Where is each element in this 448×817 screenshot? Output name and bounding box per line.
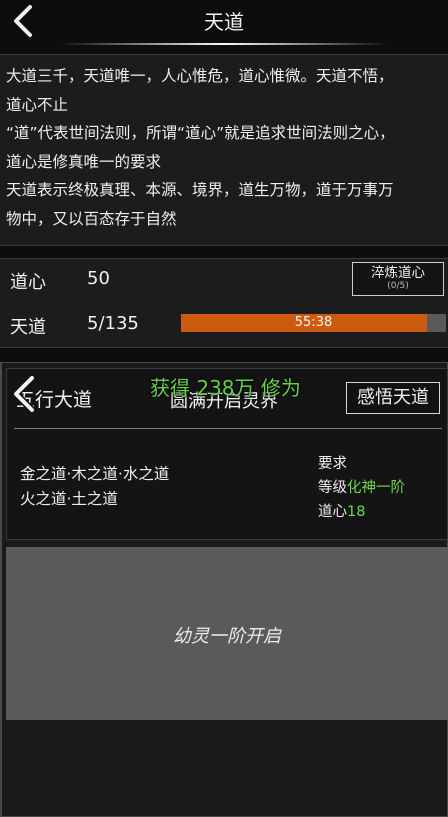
- tiandao-label: 天道: [10, 317, 46, 338]
- level-requirement: 等级化神一阶: [318, 476, 405, 500]
- description-line: “道”代表世间法则，所谓“道心”就是追求世间法则之心，: [6, 124, 395, 143]
- card-divider: [14, 428, 442, 429]
- dao-list-line: 金之道·木之道·水之道: [20, 465, 170, 483]
- level-value: 化神一阶: [347, 480, 405, 496]
- card-back-arrow-icon[interactable]: [8, 374, 42, 414]
- description-line: 道心不止: [6, 95, 69, 114]
- daoxin-requirement: 道心18: [318, 500, 405, 524]
- refine-button-count: (0/5): [387, 281, 409, 291]
- page-title: 天道: [204, 10, 244, 34]
- daoxin-label: 道心: [10, 272, 46, 293]
- level-label: 等级: [318, 480, 347, 496]
- description-line: 大道三千，天道唯一，人心惟危，道心惟微。天道不悟，: [6, 67, 394, 85]
- dao-list-line: 火之道·土之道: [20, 490, 118, 508]
- requirements-block: 要求 等级化神一阶 道心18: [318, 452, 405, 524]
- spirit-image-caption: 幼灵一阶开启: [173, 626, 281, 647]
- refine-button-label: 淬炼道心: [371, 265, 425, 281]
- reward-toast: 获得 238万 修为: [150, 376, 301, 400]
- description-line: 物中，又以百态存于自然: [6, 209, 177, 228]
- daoxin-req-label: 道心: [318, 504, 347, 520]
- daoxin-req-value: 18: [347, 504, 366, 520]
- enlighten-button[interactable]: 感悟天道: [346, 382, 440, 414]
- refine-daoxin-button[interactable]: 淬炼道心 (0/5): [352, 262, 444, 296]
- title-underline: [60, 43, 388, 45]
- description-text: 大道三千，天道唯一，人心惟危，道心惟微。天道不悟， 道心不止 “道”代表世间法则…: [6, 62, 446, 234]
- tiandao-progress-bar: 55:38: [181, 314, 446, 332]
- description-line: 天道表示终极真理、本源、境界，道生万物，道于万事万: [6, 181, 394, 200]
- dao-list: 金之道·木之道·水之道 火之道·土之道: [20, 462, 169, 512]
- description-line: 道心是修真唯一的要求: [6, 152, 162, 171]
- requirements-heading: 要求: [318, 456, 347, 472]
- tiandao-value: 5/135: [87, 313, 139, 334]
- progress-text: 55:38: [294, 315, 333, 330]
- daoxin-value: 50: [87, 268, 110, 289]
